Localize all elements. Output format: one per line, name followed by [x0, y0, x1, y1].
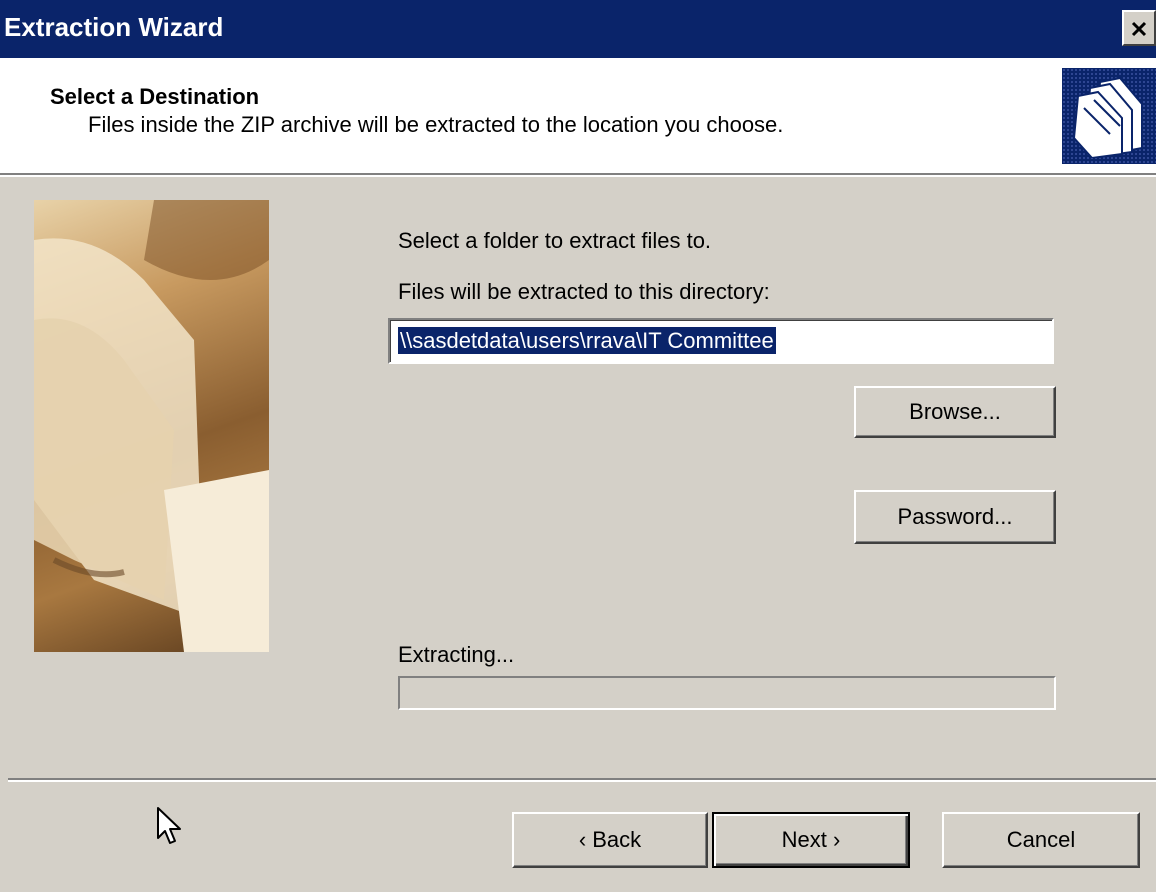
cancel-button[interactable]: Cancel: [942, 812, 1140, 868]
browse-button[interactable]: Browse...: [854, 386, 1056, 438]
mouse-cursor-icon: [156, 806, 184, 851]
password-button[interactable]: Password...: [854, 490, 1056, 544]
next-button[interactable]: Next ›: [712, 812, 910, 868]
header-divider: [0, 173, 1156, 177]
folders-icon: [1062, 68, 1156, 164]
directory-input-value: \\sasdetdata\users\rrava\IT Committee: [398, 327, 776, 354]
close-icon: [1131, 15, 1147, 41]
header-subtitle: Files inside the ZIP archive will be ext…: [88, 112, 784, 137]
directory-label: Files will be extracted to this director…: [398, 279, 770, 304]
extraction-progress-bar: [398, 676, 1056, 710]
instruction-text: Select a folder to extract files to.: [398, 228, 712, 253]
wizard-illustration: [34, 200, 269, 652]
wizard-header: Select a Destination Files inside the ZI…: [0, 58, 1156, 173]
title-bar: Extraction Wizard: [0, 0, 1156, 58]
close-button[interactable]: [1122, 10, 1156, 46]
back-button[interactable]: ‹ Back: [512, 812, 708, 868]
window-title: Extraction Wizard: [4, 12, 224, 42]
progress-label: Extracting...: [398, 642, 515, 667]
directory-input[interactable]: \\sasdetdata\users\rrava\IT Committee: [388, 318, 1054, 364]
header-title: Select a Destination: [50, 84, 260, 109]
footer-divider: [8, 778, 1156, 782]
